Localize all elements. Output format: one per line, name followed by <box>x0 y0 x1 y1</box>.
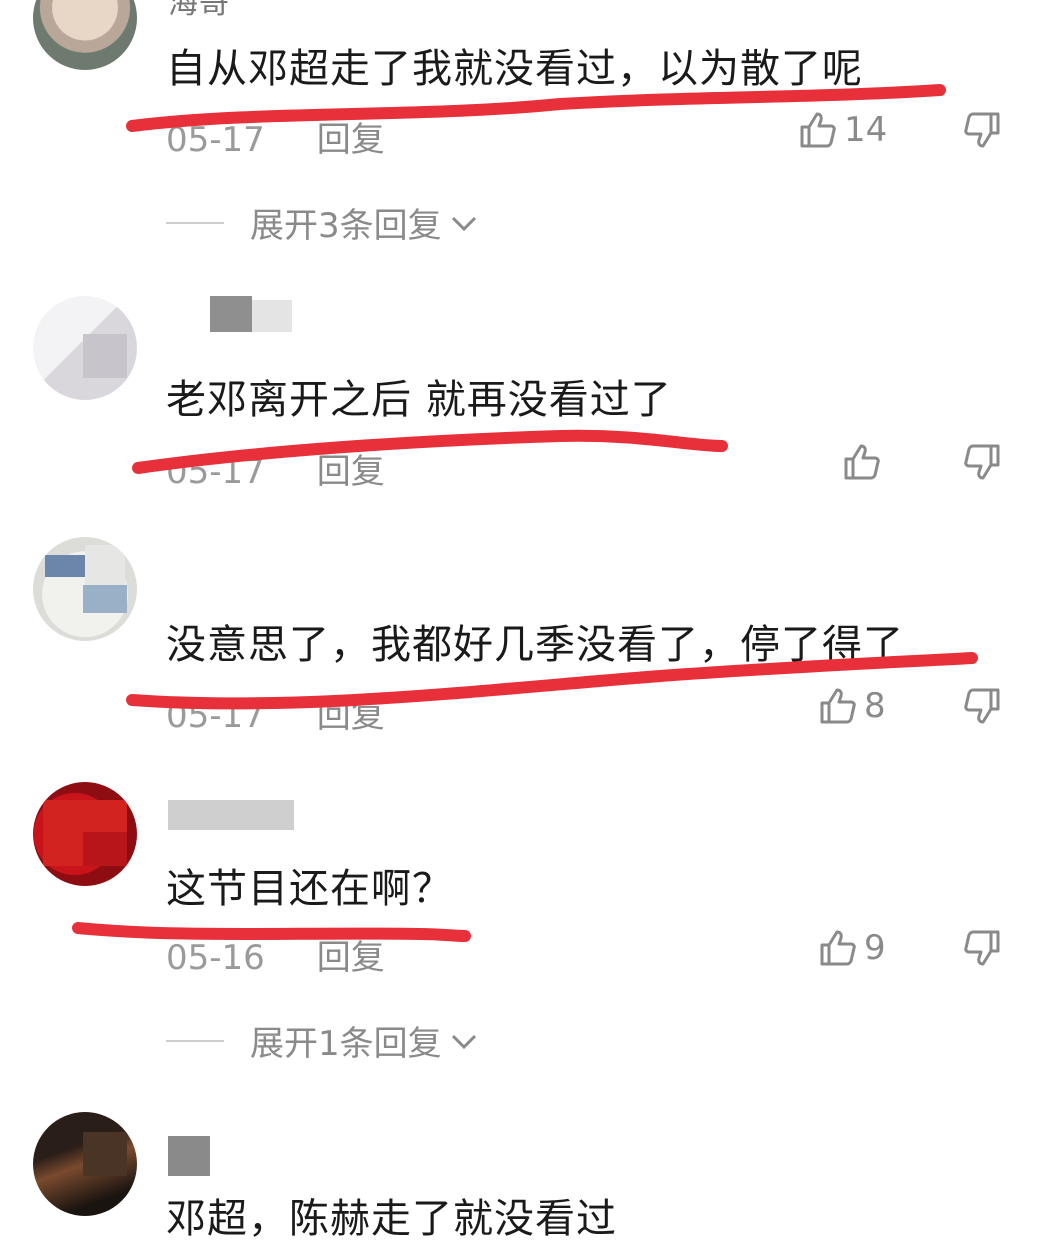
avatar[interactable] <box>33 537 137 641</box>
comment-text: 没意思了，我都好几季没看了，停了得了 <box>166 622 904 668</box>
like-button[interactable]: 14 <box>798 110 887 150</box>
comment-text: 老邓离开之后 就再没看过了 <box>166 377 672 423</box>
thumbs-up-icon <box>820 930 856 966</box>
expand-replies-button[interactable]: 展开3条回复 <box>166 198 478 247</box>
like-button[interactable] <box>842 442 882 482</box>
like-count: 9 <box>864 928 886 968</box>
comment-meta: 05-17 回复 <box>166 444 385 493</box>
comment-date: 05-17 <box>166 452 265 492</box>
comment-text: 这节目还在啊？ <box>166 866 453 912</box>
thumbs-down-icon[interactable] <box>962 928 1002 968</box>
comment-meta: 05-16 回复 <box>166 930 385 979</box>
thumbs-up-icon <box>800 112 836 148</box>
reply-button[interactable]: 回复 <box>317 452 385 492</box>
chevron-down-icon <box>451 1034 476 1049</box>
thumbs-up-icon <box>820 688 856 724</box>
avatar[interactable] <box>33 1112 137 1216</box>
avatar[interactable] <box>33 296 137 400</box>
username-blurred[interactable] <box>210 296 252 332</box>
expand-replies-button[interactable]: 展开1条回复 <box>166 1016 478 1065</box>
username[interactable]: 海哥 <box>168 0 230 22</box>
avatar[interactable] <box>33 782 137 886</box>
divider-dash <box>166 1039 224 1042</box>
expand-replies-label: 展开1条回复 <box>250 1024 442 1064</box>
comment-text: 邓超，陈赫走了就没看过 <box>166 1196 617 1242</box>
comment-date: 05-17 <box>166 696 265 736</box>
comment-meta: 05-17 回复 <box>166 688 385 737</box>
comment-date: 05-16 <box>166 938 265 978</box>
thumbs-down-icon[interactable] <box>962 110 1002 150</box>
username-blurred[interactable] <box>168 1136 210 1176</box>
like-count: 8 <box>864 686 886 726</box>
divider-dash <box>166 221 224 224</box>
expand-replies-label: 展开3条回复 <box>250 206 442 246</box>
avatar[interactable] <box>33 0 137 70</box>
reply-button[interactable]: 回复 <box>317 120 385 160</box>
thumbs-down-icon[interactable] <box>962 442 1002 482</box>
like-button[interactable]: 9 <box>818 928 886 968</box>
like-button[interactable]: 8 <box>818 686 886 726</box>
thumbs-up-icon <box>844 444 880 480</box>
comment-text: 自从邓超走了我就没看过，以为散了呢 <box>166 46 863 92</box>
comment-date: 05-17 <box>166 120 265 160</box>
reply-button[interactable]: 回复 <box>317 938 385 978</box>
thumbs-down-icon[interactable] <box>962 686 1002 726</box>
chevron-down-icon <box>451 216 476 231</box>
reply-button[interactable]: 回复 <box>317 696 385 736</box>
username-blurred[interactable] <box>168 800 294 830</box>
comment-meta: 05-17 回复 <box>166 112 385 161</box>
username-blurred <box>252 300 292 332</box>
like-count: 14 <box>844 110 888 150</box>
